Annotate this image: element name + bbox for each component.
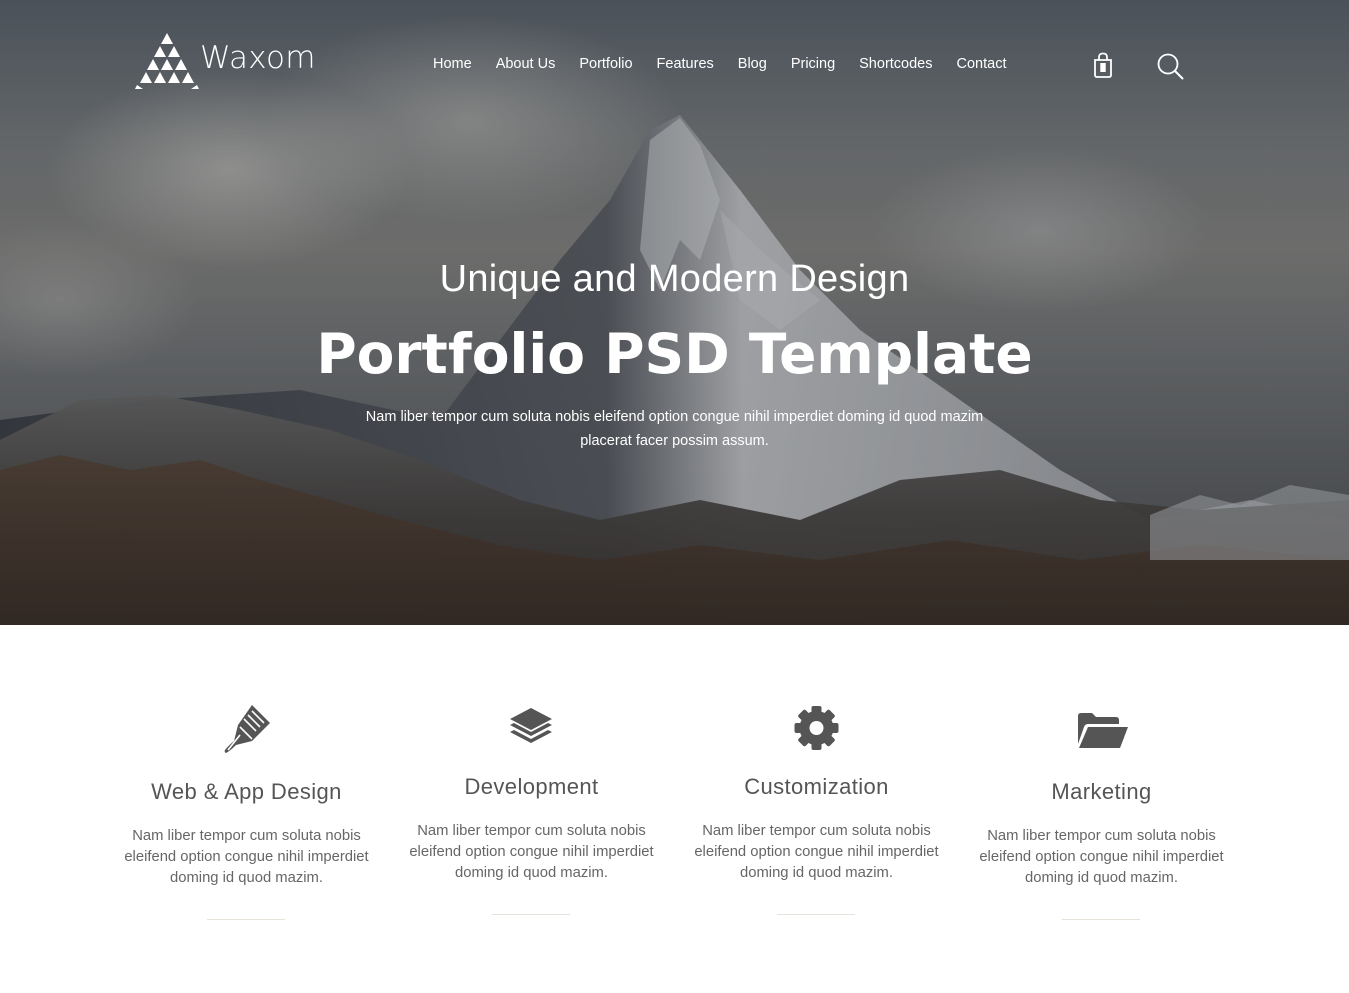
feature-divider [1062,919,1140,920]
hero-section [0,0,1349,625]
shopping-bag-icon[interactable] [1092,52,1114,78]
nav-pricing[interactable]: Pricing [779,53,847,75]
feature-text: Nam liber tempor cum soluta nobis eleife… [124,828,369,886]
hero-overlay [0,0,1349,625]
feature-title: Development [464,774,599,799]
feature-divider [207,919,285,920]
hero-description: Nam liber tempor cum soluta nobis eleife… [365,409,984,449]
layers-icon [510,708,552,743]
search-icon[interactable] [1156,52,1184,80]
feature-text: Nam liber tempor cum soluta nobis eleife… [979,828,1224,886]
nav-about-us[interactable]: About Us [484,53,568,75]
pen-nib-icon [224,705,270,753]
nav-blog[interactable]: Blog [726,53,779,75]
nav-contact[interactable]: Contact [945,53,1019,75]
feature-text: Nam liber tempor cum soluta nobis eleife… [409,823,654,881]
feature-text: Nam liber tempor cum soluta nobis eleife… [694,823,939,881]
hero-subtitle: Unique and Modern Design [439,258,910,300]
feature-title: Customization [744,774,889,799]
hero-title: Portfolio PSD Template [316,322,1033,386]
feature-title: Marketing [1051,779,1152,804]
gear-icon [794,706,839,750]
main-nav: Home About Us Portfolio Features Blog Pr… [421,53,1018,75]
feature-web-app-design: Web & App Design Nam liber tempor cum so… [104,703,389,920]
logo-triangle-icon [135,33,199,89]
feature-divider [777,914,855,915]
logo-text: Waxom [200,40,316,76]
feature-marketing: Marketing Nam liber tempor cum soluta no… [959,703,1244,920]
folder-open-icon [1078,713,1128,748]
feature-development: Development Nam liber tempor cum soluta … [389,703,674,915]
nav-shortcodes[interactable]: Shortcodes [847,53,944,75]
nav-home[interactable]: Home [421,53,484,75]
feature-divider [492,914,570,915]
feature-customization: Customization Nam liber tempor cum solut… [674,703,959,915]
nav-portfolio[interactable]: Portfolio [567,53,644,75]
feature-title: Web & App Design [151,779,342,804]
nav-features[interactable]: Features [645,53,726,75]
logo[interactable]: Waxom [135,32,316,90]
